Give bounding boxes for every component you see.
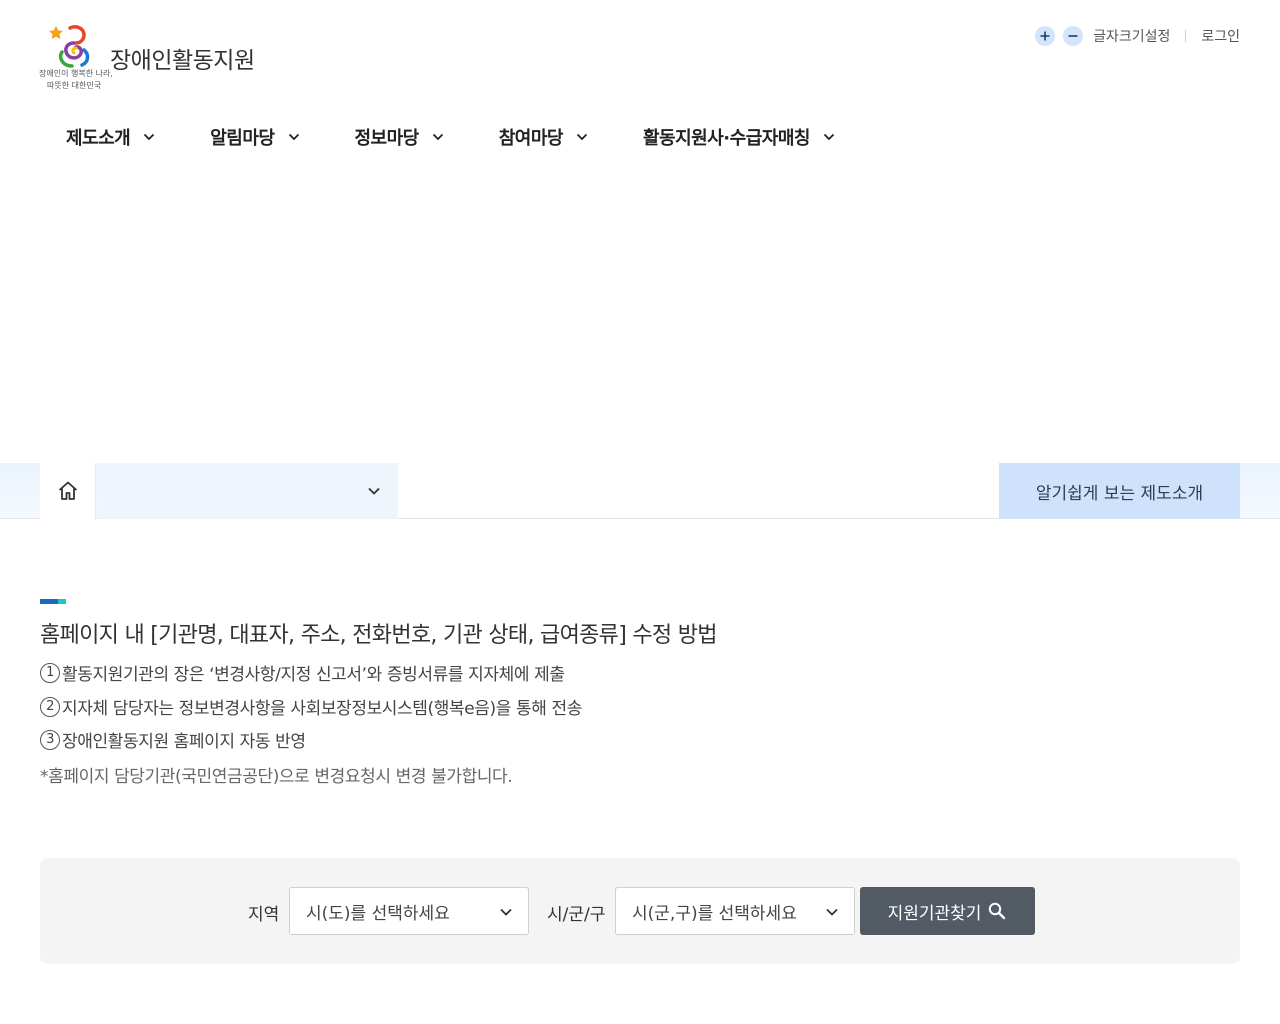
notice-step: 1 활동지원기관의 장은 ‘변경사항/지정 신고서’와 증빙서류를 지자체에 제… [40,660,565,685]
chevron-down-icon [432,133,443,141]
search-icon [989,902,1006,920]
chevron-down-icon [368,487,380,495]
chevron-down-icon [288,133,299,141]
nav-item-label: 참여마당 [498,128,564,149]
accent-blue [40,599,58,604]
district-select[interactable]: 시(군,구)를 선택하세요 [615,887,855,935]
nav-item-notice[interactable]: 알림마당 [210,124,300,150]
utility-divider [1185,30,1187,42]
breadcrumb-spacer [398,463,999,519]
region-select-value: 시(도)를 선택하세요 [306,903,450,924]
notice-step: 3 장애인활동지원 홈페이지 자동 반영 [40,727,306,752]
minus-icon [1068,35,1078,37]
step-text: 지자체 담당자는 정보변경사항을 사회보장정보시스템(행복e음)을 통해 전송 [62,699,582,719]
region-select[interactable]: 시(도)를 선택하세요 [289,887,529,935]
chevron-down-icon [823,133,835,141]
slogan-line-2: 따뜻한 대한민국 [47,81,102,90]
step-number: 2 [40,696,60,717]
accent-teal [58,599,66,604]
chevron-down-icon [576,133,588,141]
font-size-label: 글자크기설정 [1093,29,1171,45]
chevron-down-icon [500,908,512,916]
title-accent-bar [40,599,66,604]
chevron-down-icon [144,133,155,141]
nav-item-info[interactable]: 정보마당 [355,124,445,150]
chevron-down-icon [826,908,838,916]
notice-step: 2 지자체 담당자는 정보변경사항을 사회보장정보시스템(행복e음)을 통해 전… [40,694,582,719]
find-agency-label: 지원기관찾기 [887,903,982,924]
nav-item-participation[interactable]: 참여마당 [499,124,589,150]
plus-icon [1040,31,1050,41]
nav-item-matching[interactable]: 활동지원사·수급자매칭 [643,124,836,150]
step-number: 3 [40,729,60,750]
font-increase-button[interactable] [1035,26,1056,46]
slogan-line-1: 장애인이 행복한 나라, [39,69,113,78]
easy-intro-button[interactable]: 알기쉽게 보는 제도소개 [999,463,1240,519]
breadcrumb-select[interactable] [97,463,398,519]
step-number: 1 [40,662,60,683]
nav-item-system-intro[interactable]: 제도소개 [66,124,156,150]
district-label: 시/군/구 [547,905,606,925]
login-link[interactable]: 로그인 [1201,26,1240,46]
notice-footnote: *홈페이지 담당기관(국민연금공단)으로 변경요청시 변경 불가합니다. [40,767,513,787]
district-select-value: 시(군,구)를 선택하세요 [632,903,797,924]
nav-item-label: 제도소개 [66,128,131,149]
font-decrease-button[interactable] [1063,26,1084,46]
region-label: 지역 [248,905,280,925]
utility-bar: 글자크기설정 로그인 [1035,25,1240,47]
step-text: 활동지원기관의 장은 ‘변경사항/지정 신고서’와 증빙서류를 지자체에 제출 [62,665,565,685]
nav-item-label: 정보마당 [354,128,420,149]
main-nav: 제도소개 알림마당 정보마당 참여마당 활동지원사·수급자매칭 [40,120,836,154]
nav-item-label: 활동지원사·수급자매칭 [643,128,810,149]
home-icon [58,481,77,500]
nav-item-label: 알림마당 [210,128,275,149]
step-text: 장애인활동지원 홈페이지 자동 반영 [62,732,306,752]
site-title: 장애인활동지원 [110,48,255,74]
site-logo[interactable]: 장애인활동지원 장애인이 행복한 나라, 따뜻한 대한민국 [38,22,278,92]
notice-title: 홈페이지 내 [기관명, 대표자, 주소, 전화번호, 기관 상태, 급여종류]… [40,623,718,648]
find-agency-button[interactable]: 지원기관찾기 [860,887,1035,935]
home-button[interactable] [40,463,96,519]
